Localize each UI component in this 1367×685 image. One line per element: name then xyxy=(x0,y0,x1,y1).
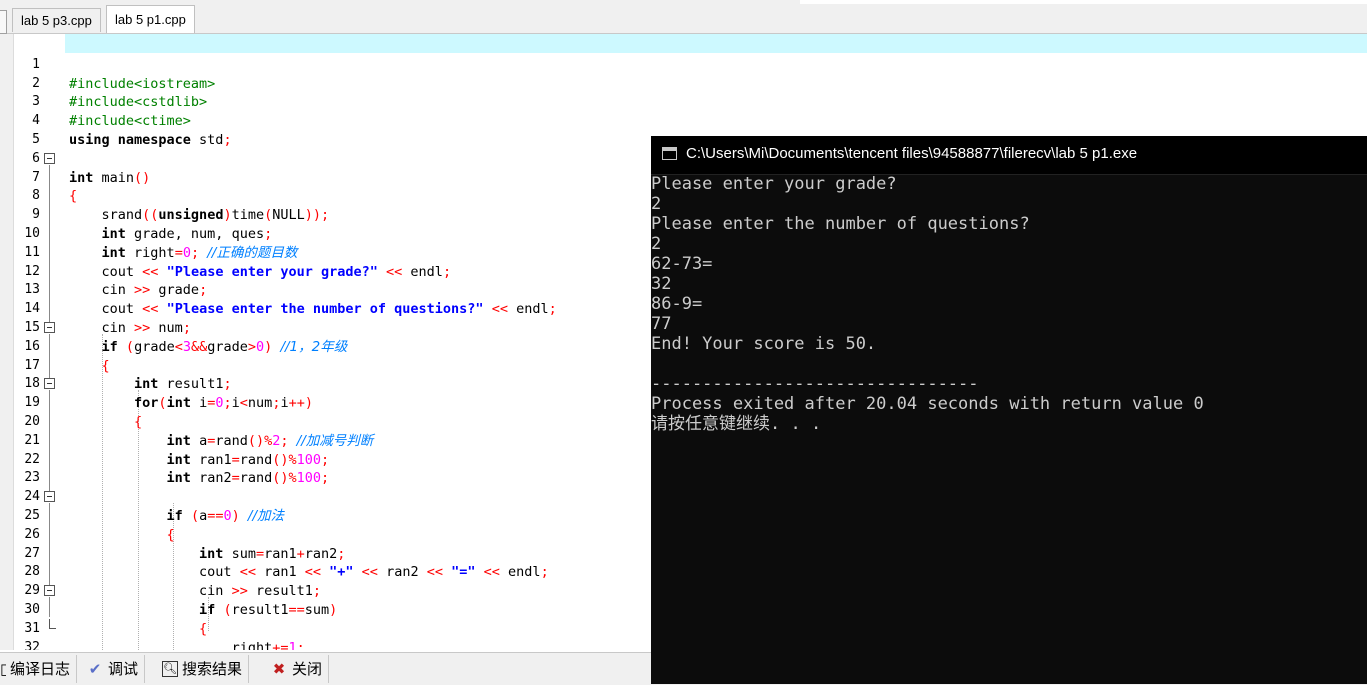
close-icon: ✖ xyxy=(272,660,286,678)
tab-compile-log[interactable]: ▯ 编译日志 xyxy=(0,655,78,683)
code-line: 31 right+=1; xyxy=(0,601,650,650)
tab-search-results-label: 搜索结果 xyxy=(182,660,243,678)
code-line: 32 } xyxy=(0,620,650,650)
code-line: 15 if (grade<3&&grade>0) //1，2年级 xyxy=(0,300,650,355)
debug-check-icon: ✔ xyxy=(88,660,102,678)
code-line: 14 cin >> num; xyxy=(0,281,650,336)
code-line: 19 { xyxy=(0,375,650,430)
code-line: 10 int right=0; //正确的题目数 xyxy=(0,206,650,261)
code-line: 30 { xyxy=(0,582,650,637)
code-line: 11 cout << "Please enter your grade?" <<… xyxy=(0,225,650,280)
tab-close[interactable]: ✖ 关闭 xyxy=(266,655,330,683)
console-line: 请按任意键继续. . . xyxy=(651,414,822,434)
code-line: 20 int a=rand()%2; //加减号判断 xyxy=(0,394,650,449)
console-line: Please enter your grade? xyxy=(651,174,897,194)
console-line: 62-73= xyxy=(651,254,713,274)
tab-search-results[interactable]: 🔍︎ 搜索结果 xyxy=(158,655,250,683)
code-line: 29 if (result1==sum) xyxy=(0,563,650,618)
code-line: 28 cin >> result1; xyxy=(0,545,650,599)
code-line: 24 if (a==0) //加法 xyxy=(0,469,650,524)
search-results-icon: 🔍︎ xyxy=(162,661,178,677)
console-title: C:\Users\Mi\Documents\tencent files\9458… xyxy=(686,145,1138,162)
tab-close-label: 关闭 xyxy=(292,660,323,678)
code-line: 27 cout << ran1 << "+" << ran2 << "=" <<… xyxy=(0,526,650,581)
file-tab-bar: lab 5 p3.cpp lab 5 p1.cpp xyxy=(0,4,1367,34)
compile-log-icon: ▯ xyxy=(0,660,6,678)
tab-lab5-p3[interactable]: lab 5 p3.cpp xyxy=(12,8,101,32)
console-line: 2 xyxy=(651,234,662,254)
tab-compile-log-label: 编译日志 xyxy=(10,660,71,678)
console-line: 32 xyxy=(651,274,672,294)
code-line: 25 { xyxy=(0,488,650,543)
code-line: 23 xyxy=(0,451,650,485)
code-line: 9 int grade, num, ques; xyxy=(0,187,650,242)
code-line: 17 int result1; xyxy=(0,338,650,393)
code-line: 21 int ran1=rand()%100; xyxy=(0,413,650,468)
console-line: 86-9= xyxy=(651,294,703,314)
code-line: 13 cout << "Please enter the number of q… xyxy=(0,263,650,317)
code-line: 12 cin >> grade; xyxy=(0,244,650,299)
code-line: 3 #include<ctime> xyxy=(0,75,650,129)
tab-debug-label: 调试 xyxy=(108,660,139,678)
tab-debug[interactable]: ✔ 调试 xyxy=(82,655,146,683)
tab-scroll-stub[interactable] xyxy=(0,10,7,34)
console-line: Process exited after 20.04 seconds with … xyxy=(651,394,1204,414)
console-line: 2 xyxy=(651,194,662,214)
console-app-icon xyxy=(662,147,677,160)
code-line: 5 xyxy=(0,112,650,147)
code-line: 6 int main() xyxy=(0,131,650,186)
code-line: 7 { xyxy=(0,150,650,205)
console-title-bar[interactable]: C:\Users\Mi\Documents\tencent files\9458… xyxy=(651,136,1367,175)
code-line: 1 #include<iostream> xyxy=(0,37,650,92)
tab-lab5-p1[interactable]: lab 5 p1.cpp xyxy=(106,5,195,33)
console-output: Please enter your grade? 2 Please enter … xyxy=(651,174,1367,684)
code-line: 22 int ran2=rand()%100; xyxy=(0,432,650,487)
code-line: 26 int sum=ran1+ran2; xyxy=(0,507,650,562)
code-line: 16 { xyxy=(0,319,650,374)
code-line: 4 using namespace std; xyxy=(0,93,650,148)
console-line: End! Your score is 50. xyxy=(651,334,877,354)
code-line: 8 srand((unsigned)time(NULL)); xyxy=(0,169,650,223)
code-line: 2 #include<cstdlib> xyxy=(0,56,650,111)
console-window[interactable]: C:\Users\Mi\Documents\tencent files\9458… xyxy=(651,136,1367,684)
console-line: Please enter the number of questions? xyxy=(651,214,1030,234)
code-line: 18 for(int i=0;i<num;i++) xyxy=(0,357,650,411)
console-line: 77 xyxy=(651,314,672,334)
console-line: -------------------------------- xyxy=(651,374,979,394)
code-line: 33 } xyxy=(0,639,650,650)
